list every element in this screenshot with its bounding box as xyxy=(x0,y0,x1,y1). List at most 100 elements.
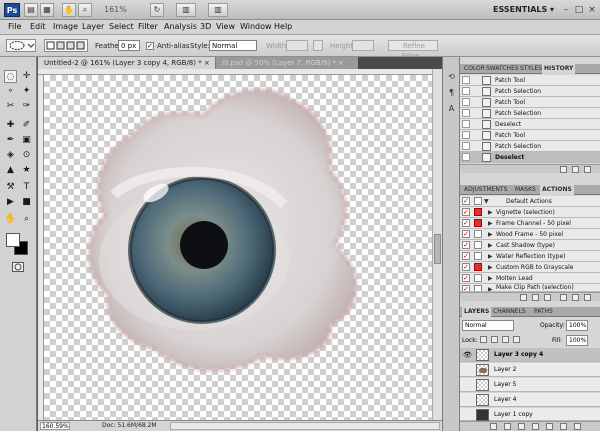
action-item[interactable]: ✓ ▶ Frame Channel - 50 pixel xyxy=(460,218,600,229)
vertical-scrollbar[interactable] xyxy=(432,69,442,420)
layer-row-layer-4[interactable]: Layer 4 xyxy=(460,393,600,407)
action-dialog-toggle[interactable] xyxy=(474,208,482,216)
new-group-icon[interactable] xyxy=(546,423,553,430)
layer-row-layer-5[interactable]: Layer 5 xyxy=(460,378,600,392)
action-dialog-toggle[interactable] xyxy=(474,230,482,238)
document-size-info[interactable]: Doc: 51.6M/68.2M xyxy=(102,422,157,429)
tab-actions[interactable]: ACTIONS xyxy=(540,185,574,195)
arrange-documents-button[interactable]: ▥ xyxy=(176,3,196,17)
horizontal-scrollbar[interactable] xyxy=(170,422,440,430)
crop-tool-icon[interactable]: ✂ xyxy=(4,100,17,113)
action-item[interactable]: ✓ ▶ Cast Shadow (type) xyxy=(460,240,600,251)
menu-analysis[interactable]: Analysis xyxy=(164,22,197,31)
trash-icon[interactable] xyxy=(584,166,591,173)
action-dialog-toggle[interactable] xyxy=(474,274,482,282)
adjustment-layer-icon[interactable] xyxy=(532,423,539,430)
vertical-scroll-thumb[interactable] xyxy=(434,234,441,264)
path-selection-tool-icon[interactable]: ▶ xyxy=(4,196,17,209)
lock-position-icon[interactable] xyxy=(502,336,509,343)
action-toggle-check[interactable]: ✓ xyxy=(462,252,470,260)
collapsed-triangle-icon[interactable]: ▶ xyxy=(488,273,493,284)
tab-masks[interactable]: MASKS xyxy=(513,185,538,195)
new-set-icon[interactable] xyxy=(560,294,567,301)
menu-3d[interactable]: 3D xyxy=(200,22,211,31)
action-toggle-check[interactable]: ✓ xyxy=(462,208,470,216)
tab-adjustments[interactable]: ADJUSTMENTS xyxy=(462,185,509,195)
action-item[interactable]: ✓ ▶ Water Reflection (type) xyxy=(460,251,600,262)
action-toggle-check[interactable]: ✓ xyxy=(462,241,470,249)
rotate-view-button[interactable]: ↻ xyxy=(150,3,164,17)
history-item-current[interactable]: Deselect xyxy=(460,152,600,163)
height-input[interactable] xyxy=(352,40,374,51)
action-dialog-toggle[interactable] xyxy=(474,197,482,205)
lock-transparent-icon[interactable] xyxy=(480,336,487,343)
blend-mode-select[interactable]: Normal xyxy=(462,320,514,331)
layer-row-layer-2[interactable]: Layer 2 xyxy=(460,363,600,377)
history-snapshot-box[interactable] xyxy=(462,120,470,128)
trash-icon[interactable] xyxy=(574,423,581,430)
menu-select[interactable]: Select xyxy=(109,22,134,31)
tab-channels[interactable]: CHANNELS xyxy=(491,307,528,317)
action-item[interactable]: ✓ ▶ Molten Lead xyxy=(460,273,600,284)
eye-icon[interactable]: 👁 xyxy=(463,351,472,359)
brush-tool-icon[interactable]: ✐ xyxy=(20,119,33,132)
spot-healing-tool-icon[interactable]: ✚ xyxy=(4,119,17,132)
stop-icon[interactable] xyxy=(520,294,527,301)
antialias-checkbox[interactable]: ✓ xyxy=(146,42,154,50)
history-brush-tool-icon[interactable]: ▣ xyxy=(20,134,33,147)
eyedropper-tool-icon[interactable]: ✑ xyxy=(20,100,33,113)
play-icon[interactable] xyxy=(544,294,551,301)
action-item[interactable]: ✓ ▶ Wood Frame - 50 pixel xyxy=(460,229,600,240)
type-tool-icon[interactable]: T xyxy=(20,181,33,194)
action-item[interactable]: ✓ ▶ Vignette (selection) xyxy=(460,207,600,218)
history-snapshot-box[interactable] xyxy=(462,131,470,139)
action-toggle-check[interactable]: ✓ xyxy=(462,197,470,205)
foreground-color-swatch-front[interactable] xyxy=(6,233,20,247)
eye-hidden-icon[interactable] xyxy=(463,396,472,404)
paragraph-icon[interactable]: ¶ xyxy=(446,87,457,98)
maximize-icon[interactable]: □ xyxy=(573,4,585,16)
eye-hidden-icon[interactable] xyxy=(463,366,472,374)
selection-mode-buttons[interactable] xyxy=(44,39,88,52)
new-layer-icon[interactable] xyxy=(560,423,567,430)
tab-history[interactable]: HISTORY xyxy=(542,64,576,74)
menu-image[interactable]: Image xyxy=(53,22,78,31)
history-item[interactable]: Patch Selection xyxy=(460,86,600,97)
refine-edge-button[interactable]: Refine Edge... xyxy=(388,40,438,60)
workspace-switcher[interactable]: ESSENTIALS ▾ xyxy=(493,5,554,14)
fill-input[interactable]: 100% xyxy=(566,335,588,346)
menu-help[interactable]: Help xyxy=(274,22,292,31)
expand-triangle-icon[interactable]: ▼ xyxy=(484,196,489,207)
tab-layers[interactable]: LAYERS xyxy=(462,307,492,317)
tab-iii-psd[interactable]: III.psd @ 50% (Layer 7, RGB/8) * × xyxy=(216,57,358,69)
tab-swatches[interactable]: SWATCHES xyxy=(484,64,521,74)
history-snapshot-box[interactable] xyxy=(462,76,470,84)
history-item[interactable]: Patch Selection xyxy=(460,141,600,152)
history-icon[interactable]: ⟲ xyxy=(446,71,457,82)
action-item[interactable]: ✓ ▶ Custom RGB to Grayscale xyxy=(460,262,600,273)
collapsed-triangle-icon[interactable]: ▶ xyxy=(488,207,493,218)
history-snapshot-box[interactable] xyxy=(462,142,470,150)
new-snapshot-icon[interactable] xyxy=(572,166,579,173)
mini-bridge-button[interactable]: ▦ xyxy=(40,3,54,17)
action-dialog-toggle[interactable] xyxy=(474,252,482,260)
action-dialog-toggle[interactable] xyxy=(474,241,482,249)
menu-filter[interactable]: Filter xyxy=(138,22,158,31)
collapsed-triangle-icon[interactable]: ▶ xyxy=(488,218,493,229)
action-item[interactable]: ✓ ▶ Make Clip Path (selection) xyxy=(460,284,600,292)
menu-window[interactable]: Window xyxy=(240,22,272,31)
action-toggle-check[interactable]: ✓ xyxy=(462,219,470,227)
quick-selection-tool-icon[interactable]: ✦ xyxy=(20,85,33,98)
pen-tool-icon[interactable]: ⚒ xyxy=(4,181,17,194)
quick-mask-icon[interactable] xyxy=(12,262,24,272)
action-dialog-toggle[interactable] xyxy=(474,219,482,227)
action-dialog-toggle[interactable] xyxy=(474,263,482,271)
blur-tool-icon[interactable]: ▲ xyxy=(4,164,17,177)
collapsed-triangle-icon[interactable]: ▶ xyxy=(488,251,493,262)
status-zoom-field[interactable]: 160.59% xyxy=(40,422,70,430)
action-toggle-check[interactable]: ✓ xyxy=(462,263,470,271)
action-toggle-check[interactable]: ✓ xyxy=(462,285,470,291)
layer-row-layer-1-copy[interactable]: Layer 1 copy xyxy=(460,408,600,421)
collapsed-triangle-icon[interactable]: ▶ xyxy=(488,240,493,251)
eye-image-layer[interactable] xyxy=(44,75,432,420)
